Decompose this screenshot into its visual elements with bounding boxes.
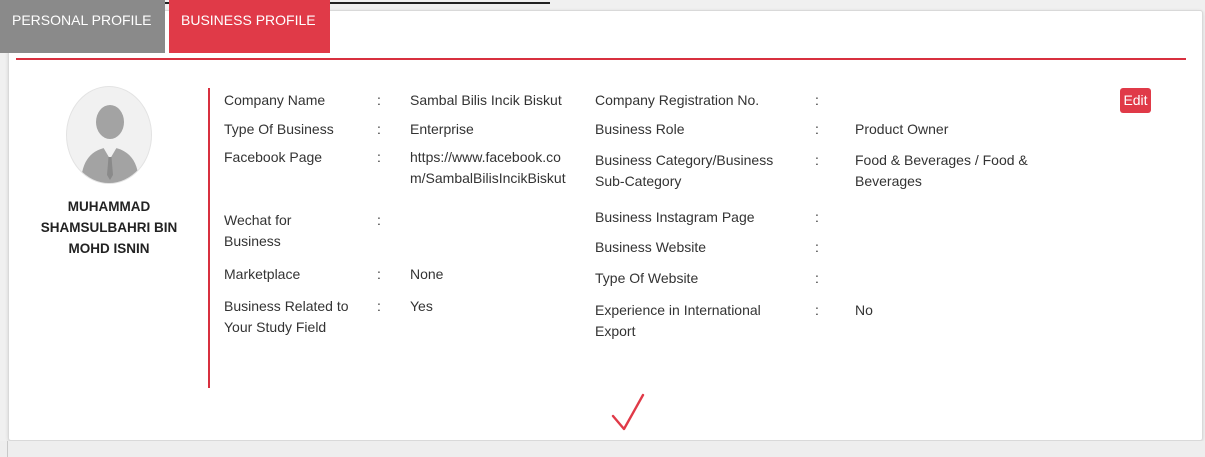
field-value-international-export: No — [855, 302, 873, 318]
avatar — [66, 86, 152, 184]
field-value-business-role: Product Owner — [855, 121, 949, 137]
field-separator: : — [377, 149, 381, 165]
field-separator: : — [377, 92, 381, 108]
field-separator: : — [815, 92, 819, 108]
field-separator: : — [815, 239, 819, 255]
field-separator: : — [377, 212, 381, 228]
user-full-name: MUHAMMAD SHAMSULBAHRI BIN MOHD ISNIN — [14, 196, 204, 259]
field-label-line: Business — [224, 233, 281, 249]
field-value-facebook-page[interactable]: https://www.facebook.co m/SambalBilisInc… — [410, 147, 566, 189]
field-label-business-website: Business Website — [595, 239, 707, 255]
field-label-line: Business Category/Business — [595, 152, 774, 168]
edit-button[interactable]: Edit — [1120, 88, 1151, 113]
field-label-line: Export — [595, 323, 636, 339]
field-label-line: Experience in International — [595, 302, 761, 318]
left-edge-line — [7, 441, 8, 457]
field-value-marketplace: None — [410, 266, 444, 282]
field-separator: : — [815, 270, 819, 286]
field-label-line: Your Study Field — [224, 319, 327, 335]
field-label-business-instagram: Business Instagram Page — [595, 209, 755, 225]
field-label-line: Sub-Category — [595, 173, 682, 189]
field-value-company-name: Sambal Bilis Incik Biskut — [410, 92, 562, 108]
field-label-marketplace: Marketplace — [224, 266, 301, 282]
user-name-line: SHAMSULBAHRI BIN — [40, 220, 178, 235]
field-separator: : — [815, 152, 819, 168]
field-label-line: Wechat for — [224, 212, 292, 228]
field-label-type-of-website: Type Of Website — [595, 270, 699, 286]
field-label-international-export: Experience in International Export — [595, 300, 761, 342]
field-label-type-of-business: Type Of Business — [224, 121, 334, 137]
field-separator: : — [377, 266, 381, 282]
user-name-line: MUHAMMAD — [67, 199, 151, 214]
vertical-divider — [208, 88, 210, 388]
field-label-company-registration: Company Registration No. — [595, 92, 760, 108]
field-label-business-related-study: Business Related to Your Study Field — [224, 296, 349, 338]
field-value-line: https://www.facebook.co — [410, 149, 561, 165]
field-separator: : — [377, 121, 381, 137]
checkmark-icon — [611, 393, 645, 431]
field-separator: : — [815, 209, 819, 225]
field-value-line: Food & Beverages / Food & — [855, 152, 1028, 168]
field-value-line: Beverages — [855, 173, 922, 189]
field-label-line: Business Related to — [224, 298, 349, 314]
field-value-line: m/SambalBilisIncikBiskut — [410, 170, 566, 186]
user-name-line: MOHD ISNIN — [68, 241, 150, 256]
field-label-business-role: Business Role — [595, 121, 685, 137]
field-separator: : — [815, 121, 819, 137]
field-label-business-category: Business Category/Business Sub-Category — [595, 150, 773, 192]
field-value-business-category: Food & Beverages / Food & Beverages — [855, 150, 1028, 192]
user-silhouette-icon — [81, 105, 139, 183]
tab-personal-profile[interactable]: PERSONAL PROFILE — [0, 0, 165, 53]
tab-underline — [16, 58, 1186, 60]
field-label-wechat: Wechat for Business — [224, 210, 291, 252]
tab-business-profile[interactable]: BUSINESS PROFILE — [169, 0, 330, 53]
field-value-type-of-business: Enterprise — [410, 121, 474, 137]
field-label-facebook-page: Facebook Page — [224, 149, 323, 165]
page-background-footer — [0, 441, 1205, 457]
field-label-company-name: Company Name — [224, 92, 326, 108]
field-value-business-related-study: Yes — [410, 298, 433, 314]
field-separator: : — [377, 298, 381, 314]
field-separator: : — [815, 302, 819, 318]
